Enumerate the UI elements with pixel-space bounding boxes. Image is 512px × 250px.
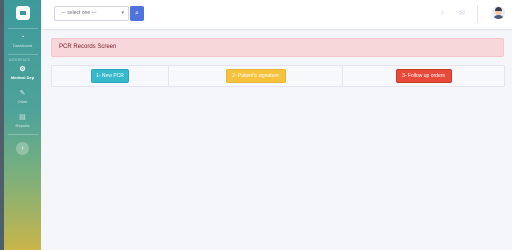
sidebar-item-reports[interactable]: ▤ Reports <box>15 114 29 128</box>
page-title-alert: PCR Records Screen <box>51 38 504 57</box>
new-pcr-button[interactable]: 1- New PCR <box>91 69 129 83</box>
topbar-divider <box>477 5 478 23</box>
table-cell: 3- Follow up orders <box>343 66 504 86</box>
search-icon: ⌕ <box>135 9 139 17</box>
sidebar-item-dashboard[interactable]: ◔ Dashboard <box>13 34 33 48</box>
sidebar-divider <box>7 54 38 55</box>
wrench-icon: ✎ <box>19 90 26 97</box>
table-cell: 2- Patient's signature <box>169 66 343 86</box>
topbar: --- select one --- ▾ ⌕ ♪ ✉ <box>41 0 512 29</box>
reports-icon: ▤ <box>19 114 26 121</box>
avatar-hair <box>495 7 502 11</box>
sidebar: ◔ Dashboard INTERFACE ⚙ Medical Dep ✎ Ot… <box>4 0 41 250</box>
mail-icon[interactable]: ✉ <box>459 9 465 17</box>
sidebar-item-other[interactable]: ✎ Other <box>17 90 27 104</box>
sidebar-toggle-button[interactable]: › <box>16 142 29 155</box>
sidebar-heading: INTERFACE <box>9 58 31 62</box>
table-cell: 1- New PCR <box>52 66 169 86</box>
sidebar-item-label: Reports <box>15 123 30 128</box>
search-button[interactable]: ⌕ <box>130 6 144 21</box>
sidebar-item-label: Dashboard <box>12 43 33 48</box>
sidebar-item-label: Medical Dep <box>10 75 35 80</box>
avatar-body <box>493 15 504 19</box>
sidebar-item-medical-dep[interactable]: ⚙ Medical Dep <box>11 66 34 80</box>
brand-logo-icon[interactable] <box>15 6 30 20</box>
sidebar-divider <box>7 28 38 29</box>
dashboard-icon: ◔ <box>20 34 25 41</box>
patient-signature-button[interactable]: 2- Patient's signature <box>225 69 286 83</box>
sidebar-divider <box>7 134 38 135</box>
chevron-down-icon: ▾ <box>121 10 124 16</box>
avatar[interactable] <box>492 6 505 19</box>
bell-icon[interactable]: ♪ <box>441 9 445 16</box>
actions-table: 1- New PCR 2- Patient's signature 3- Fol… <box>51 65 505 87</box>
follow-up-orders-button[interactable]: 3- Follow up orders <box>395 69 452 83</box>
select-value: --- select one --- <box>61 10 97 16</box>
record-select[interactable]: --- select one --- ▾ <box>54 6 129 21</box>
sidebar-item-label: Other <box>17 99 28 104</box>
gear-icon: ⚙ <box>19 66 26 73</box>
chevron-right-icon: › <box>21 145 24 152</box>
